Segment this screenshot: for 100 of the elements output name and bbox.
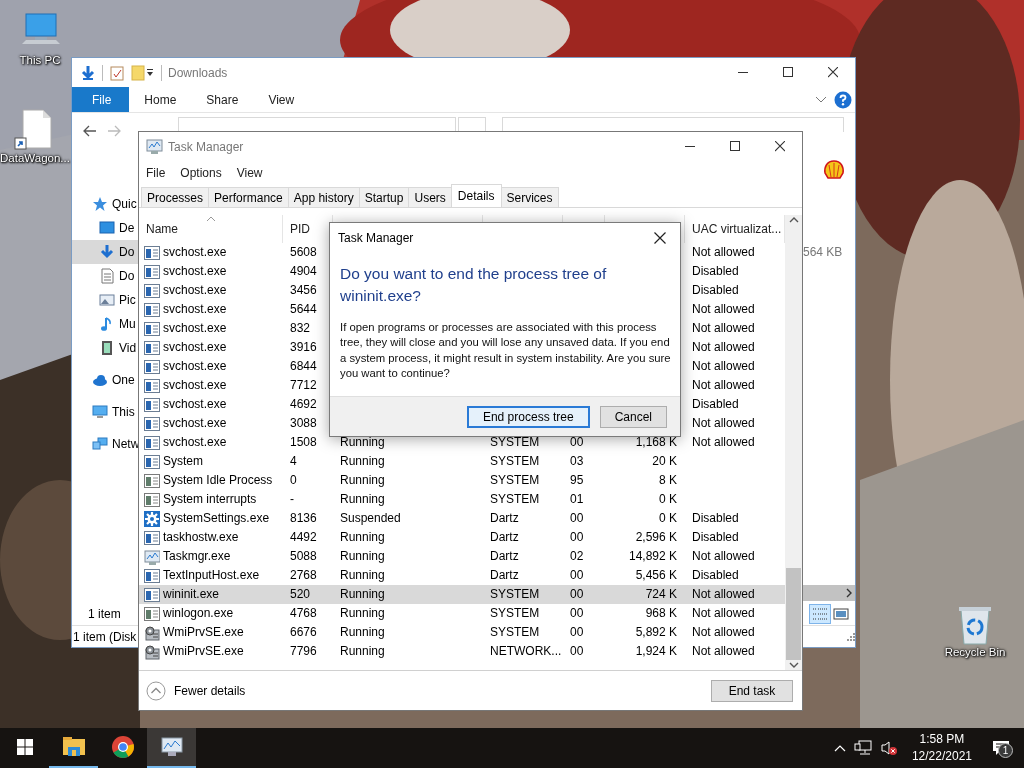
table-cell: Running — [340, 606, 385, 620]
table-cell-text: taskhostw.exe — [163, 529, 239, 546]
table-cell: Disabled — [692, 568, 739, 582]
table-cell: 01 — [570, 492, 584, 506]
table-cell: 5608 — [290, 245, 317, 259]
table-cell: 5,892 K — [635, 625, 677, 639]
table-cell: - — [290, 492, 294, 506]
table-cell: Not allowed — [692, 321, 755, 335]
table-cell: 832 — [290, 321, 311, 335]
table-cell: 2768 — [290, 568, 317, 582]
table-cell: 4768 — [290, 606, 317, 620]
table-cell: 00 — [570, 511, 584, 525]
table-cell: Not allowed — [692, 549, 755, 563]
table-cell: 4492 — [290, 530, 317, 544]
table-cell-text: svchost.exe — [163, 301, 227, 318]
table-cell: SYSTEM — [490, 473, 540, 487]
table-cell: SYSTEM — [490, 492, 540, 506]
table-cell: Running — [340, 644, 385, 658]
table-cell: 02 — [570, 549, 584, 563]
window-title: Task Manager — [168, 138, 244, 156]
table-cell: 00 — [570, 625, 584, 639]
table-cell: 520 — [290, 587, 311, 601]
table-cell-text: svchost.exe — [163, 263, 227, 280]
table-cell: 95 — [570, 473, 584, 487]
dialog-title: Task Manager — [338, 230, 414, 247]
table-cell-text: svchost.exe — [163, 339, 227, 356]
table-cell: 14,892 K — [628, 549, 677, 563]
table-cell: SYSTEM — [490, 587, 540, 601]
table-cell-text: svchost.exe — [163, 377, 227, 394]
window-title: Downloads — [168, 64, 228, 82]
table-cell: 00 — [570, 606, 584, 620]
table-cell-text: svchost.exe — [163, 282, 227, 299]
status-text: 1 item (Disk — [73, 628, 137, 646]
table-cell: 0 — [290, 473, 297, 487]
table-cell: 00 — [570, 644, 584, 658]
table-cell: Not allowed — [692, 302, 755, 316]
table-cell: Dartz — [490, 549, 519, 563]
table-cell-text: Taskmgr.exe — [163, 548, 231, 565]
table-cell: 4 — [290, 454, 297, 468]
table-cell: 1,168 K — [635, 435, 677, 449]
table-cell: 1508 — [290, 435, 317, 449]
table-cell-text: WmiPrvSE.exe — [163, 624, 244, 641]
table-cell-text: wininit.exe — [163, 586, 220, 603]
table-cell: Running — [340, 435, 385, 449]
table-cell: 1,924 K — [635, 644, 677, 658]
table-cell: 5,456 K — [635, 568, 677, 582]
table-cell: Not allowed — [692, 359, 755, 373]
table-cell: 00 — [570, 568, 584, 582]
table-cell-text: svchost.exe — [163, 396, 227, 413]
table-cell: 0 K — [659, 492, 677, 506]
table-cell: 2,596 K — [635, 530, 677, 544]
table-cell-text: svchost.exe — [163, 358, 227, 375]
table-cell: Running — [340, 587, 385, 601]
table-cell-text: System interrupts — [163, 491, 257, 508]
table-cell: 20 K — [652, 454, 677, 468]
table-cell-text: winlogon.exe — [163, 605, 234, 622]
table-cell: 7796 — [290, 644, 317, 658]
table-cell: Not allowed — [692, 587, 755, 601]
table-cell: 6844 — [290, 359, 317, 373]
table-cell: Running — [340, 473, 385, 487]
table-cell: Running — [340, 625, 385, 639]
table-cell: 3088 — [290, 416, 317, 430]
table-cell: 4904 — [290, 264, 317, 278]
table-cell: Running — [340, 492, 385, 506]
table-cell: NETWORK... — [490, 644, 562, 658]
table-cell: 7712 — [290, 378, 317, 392]
table-cell-text: svchost.exe — [163, 244, 227, 261]
table-cell-text: SystemSettings.exe — [163, 510, 270, 527]
table-cell: 00 — [570, 587, 584, 601]
table-cell: 3456 — [290, 283, 317, 297]
table-cell-text: svchost.exe — [163, 434, 227, 451]
table-cell: Dartz — [490, 530, 519, 544]
table-cell: 00 — [570, 530, 584, 544]
table-cell: Disabled — [692, 283, 739, 297]
table-cell-text: WmiPrvSE.exe — [163, 643, 244, 660]
table-cell: SYSTEM — [490, 454, 540, 468]
table-cell-text: svchost.exe — [163, 415, 227, 432]
status-text: 1 item — [88, 606, 121, 623]
table-cell: SYSTEM — [490, 606, 540, 620]
dialog-heading: Do you want to end the process tree of wininit.exe? — [339, 264, 608, 306]
table-cell: 6676 — [290, 625, 317, 639]
table-cell: SYSTEM — [490, 625, 540, 639]
table-cell: 8 K — [659, 473, 677, 487]
file-size: 564 KB — [802, 244, 844, 261]
table-cell: Running — [340, 549, 385, 563]
table-cell: SYSTEM — [490, 435, 540, 449]
table-cell-text: System Idle Process — [163, 472, 273, 489]
table-cell: Not allowed — [692, 435, 755, 449]
table-cell: Dartz — [490, 511, 519, 525]
table-cell: 968 K — [645, 606, 677, 620]
table-cell: 5644 — [290, 302, 317, 316]
table-cell: Not allowed — [692, 416, 755, 430]
notification-count: 1 — [998, 743, 1013, 758]
table-cell: Not allowed — [692, 245, 755, 259]
table-cell: Disabled — [692, 530, 739, 544]
table-cell: Running — [340, 530, 385, 544]
table-cell: 03 — [570, 454, 584, 468]
table-cell: Dartz — [490, 568, 519, 582]
table-cell: Disabled — [692, 511, 739, 525]
table-cell: 4692 — [290, 397, 317, 411]
